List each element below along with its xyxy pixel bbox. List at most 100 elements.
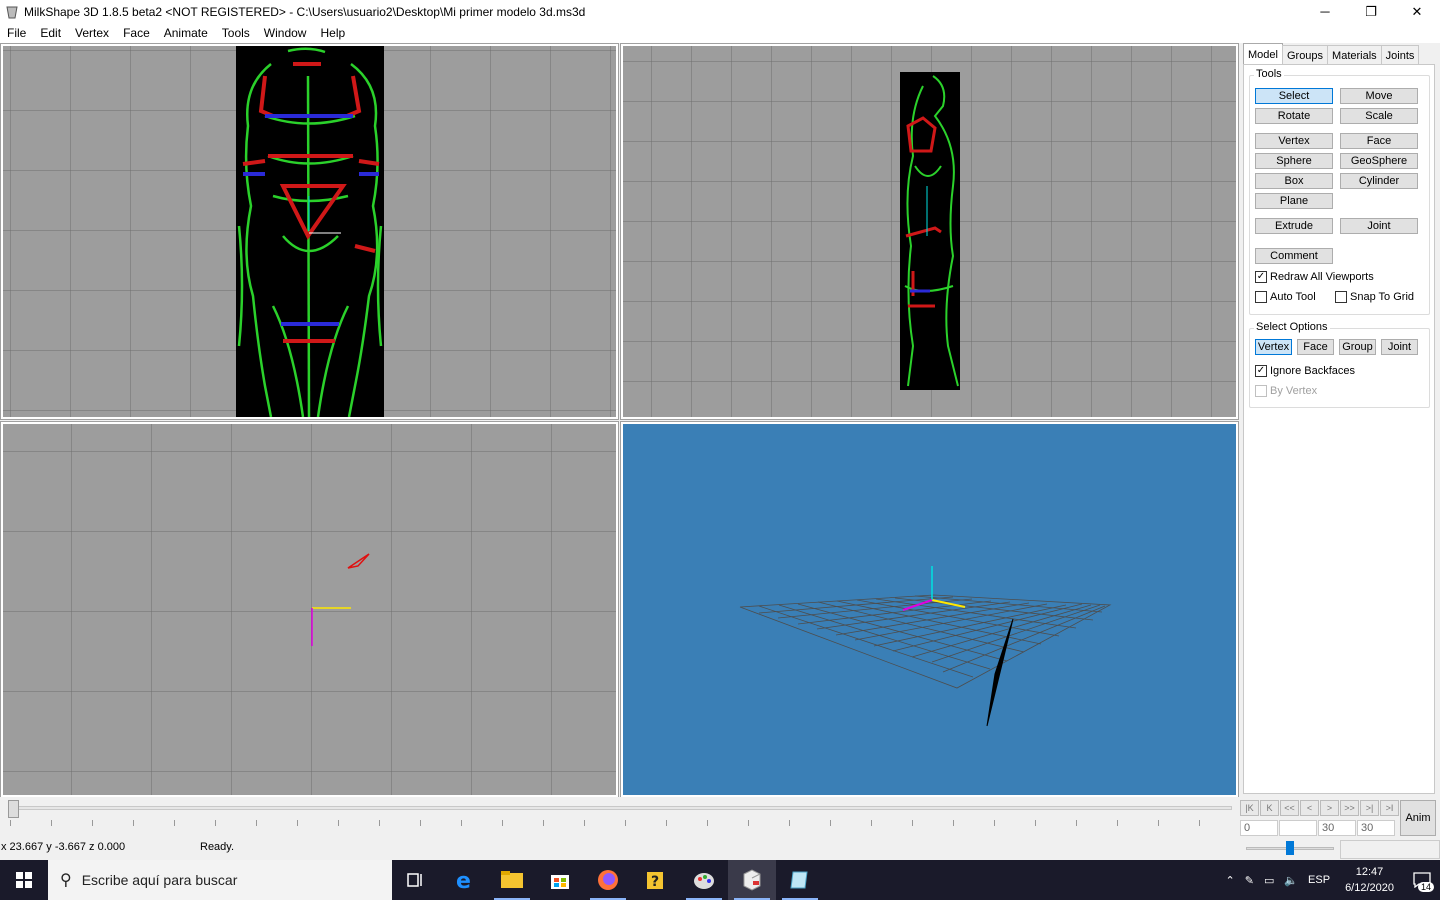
timeline-slider-thumb[interactable] [8,800,19,818]
viewport-top[interactable] [0,421,619,798]
timeline-ticks [10,820,1232,826]
edge-browser-icon[interactable]: e [440,860,488,900]
checkmark-icon: ✓ [1255,271,1267,283]
checkmark-icon: ✓ [1255,365,1267,377]
rewind-button[interactable]: << [1280,800,1299,816]
status-pane [1340,840,1440,859]
start-button[interactable] [0,860,48,900]
pen-icon[interactable]: ✎ [1245,874,1254,887]
viewport-side[interactable] [620,43,1239,420]
menu-animate[interactable]: Animate [157,26,215,40]
network-icon[interactable]: ▭ [1264,874,1274,887]
side-panel: Model Groups Materials Joints Tools Sele… [1240,43,1440,797]
select-group-button[interactable]: Group [1339,339,1376,355]
search-placeholder: Escribe aquí para buscar [81,872,238,888]
milkshape-app-icon [6,6,18,18]
notification-count-badge: 14 [1417,882,1434,892]
current-frame-field[interactable] [1279,820,1317,836]
tab-model[interactable]: Model [1243,43,1283,65]
geosphere-tool-button[interactable]: GeoSphere [1340,153,1418,169]
snap-label: Snap To Grid [1350,291,1415,303]
move-tool-button[interactable]: Move [1340,88,1418,104]
search-icon: ⚲ [60,872,72,889]
select-joint-button[interactable]: Joint [1381,339,1418,355]
redraw-label: Redraw All Viewports [1270,271,1374,283]
windows-logo-icon [16,872,32,888]
last-frame-button[interactable]: >I [1380,800,1399,816]
close-button[interactable]: ✕ [1394,0,1440,23]
select-vertex-button[interactable]: Vertex [1255,339,1292,355]
first-frame-button[interactable]: |K [1240,800,1259,816]
comment-tool-button[interactable]: Comment [1255,248,1333,264]
auto-tool-checkbox[interactable]: Auto Tool [1255,291,1316,303]
auto-tool-label: Auto Tool [1270,291,1316,303]
tab-groups[interactable]: Groups [1281,45,1329,65]
extrude-tool-button[interactable]: Extrude [1255,218,1333,234]
box-tool-button[interactable]: Box [1255,173,1333,189]
menu-edit[interactable]: Edit [33,26,68,40]
menu-window[interactable]: Window [257,26,314,40]
menu-vertex[interactable]: Vertex [68,26,116,40]
next-frame-button[interactable]: > [1320,800,1339,816]
menu-file[interactable]: File [0,26,33,40]
clock-date: 6/12/2020 [1345,882,1394,894]
by-vertex-checkbox: By Vertex [1255,385,1317,397]
task-view-icon[interactable] [392,860,440,900]
milkshape-taskbar-icon[interactable] [728,860,776,900]
prev-key-button[interactable]: K [1260,800,1279,816]
status-bar: x 23.667 y -3.667 z 0.000 Ready. [0,839,1440,860]
clock-time: 12:47 [1355,866,1384,878]
anim-mode-button[interactable]: Anim [1400,800,1436,836]
svg-text:?: ? [651,874,659,890]
menu-face[interactable]: Face [116,26,157,40]
viewport-3d[interactable] [620,421,1239,798]
help-app-icon[interactable]: ? [632,860,680,900]
volume-icon[interactable]: 🔈 [1284,874,1298,887]
ignore-backfaces-checkbox[interactable]: ✓ Ignore Backfaces [1255,365,1355,377]
tab-materials[interactable]: Materials [1327,45,1382,65]
ignore-backfaces-label: Ignore Backfaces [1270,365,1355,377]
total-frames-field[interactable]: 30 [1357,820,1395,836]
select-face-button[interactable]: Face [1297,339,1334,355]
scale-tool-button[interactable]: Scale [1340,108,1418,124]
menu-help[interactable]: Help [313,26,352,40]
notepad-app-icon[interactable] [776,860,824,900]
language-indicator[interactable]: ESP [1308,874,1330,886]
viewport-front[interactable] [0,43,619,420]
end-frame-field[interactable]: 30 [1318,820,1356,836]
select-tool-button[interactable]: Select [1255,88,1333,104]
cylinder-tool-button[interactable]: Cylinder [1340,173,1418,189]
redraw-all-viewports-checkbox[interactable]: ✓ Redraw All Viewports [1255,271,1374,283]
rotate-tool-button[interactable]: Rotate [1255,108,1333,124]
plane-tool-button[interactable]: Plane [1255,193,1333,209]
minimize-button[interactable]: ─ [1302,0,1348,23]
chevron-up-icon[interactable]: ⌃ [1226,874,1235,887]
svg-text:e: e [456,869,471,892]
notification-center-icon[interactable]: 14 [1404,860,1440,900]
restore-button[interactable]: ❐ [1348,0,1394,23]
firefox-icon[interactable] [584,860,632,900]
paint-app-icon[interactable] [680,860,728,900]
next-key-button[interactable]: >| [1360,800,1379,816]
start-frame-field[interactable]: 0 [1240,820,1278,836]
taskbar-search-box[interactable]: ⚲ Escribe aquí para buscar [48,860,392,900]
prev-frame-button[interactable]: < [1300,800,1319,816]
tab-joints[interactable]: Joints [1380,45,1420,65]
forward-button[interactable]: >> [1340,800,1359,816]
clock[interactable]: 12:47 6/12/2020 [1345,864,1394,896]
vertex-tool-button[interactable]: Vertex [1255,133,1333,149]
windows-taskbar: ⚲ Escribe aquí para buscar e ? ⌃ ✎ ▭ 🔈 E… [0,860,1440,900]
animation-timeline: |K K << < > >> >| >I 0 30 30 Anim [0,797,1440,839]
menu-tools[interactable]: Tools [215,26,257,40]
face-tool-button[interactable]: Face [1340,133,1418,149]
snap-to-grid-checkbox[interactable]: Snap To Grid [1335,291,1414,303]
joint-tool-button[interactable]: Joint [1340,218,1418,234]
timeline-track[interactable] [10,806,1232,810]
select-options-label: Select Options [1254,321,1330,333]
model-tab-body: Tools Select Move Rotate Scale Vertex Fa… [1243,64,1435,794]
sphere-tool-button[interactable]: Sphere [1255,153,1333,169]
zoom-slider-thumb[interactable] [1286,841,1294,855]
store-icon[interactable] [536,860,584,900]
checkbox-empty-icon [1255,291,1267,303]
file-explorer-icon[interactable] [488,860,536,900]
